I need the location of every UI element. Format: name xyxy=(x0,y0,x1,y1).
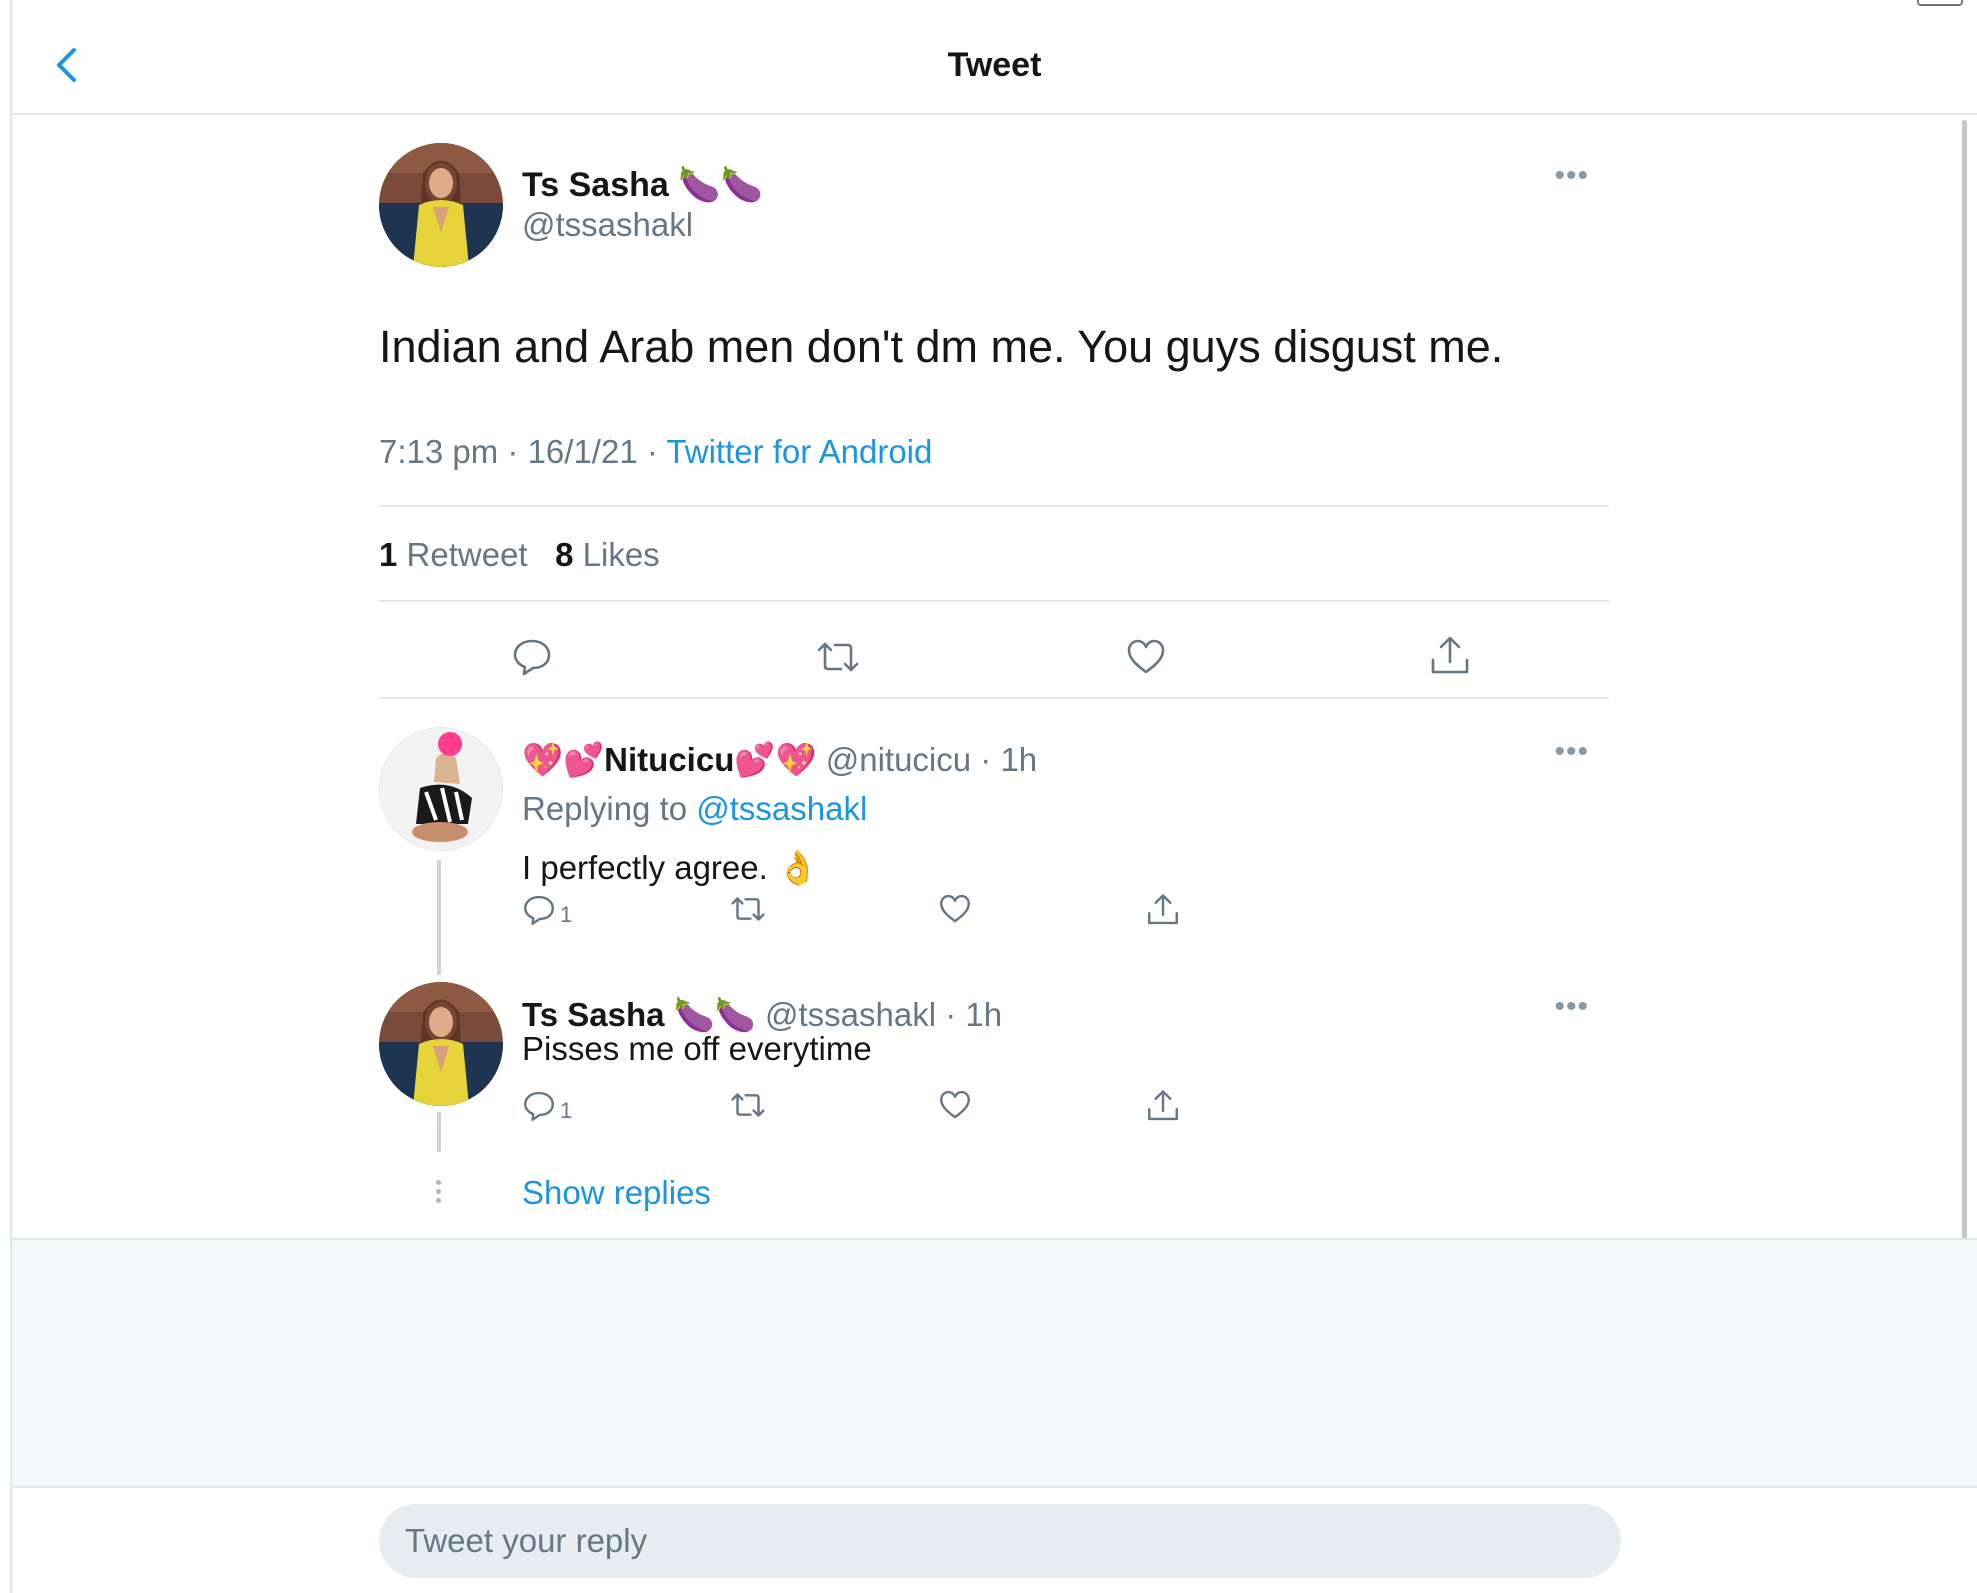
avatar[interactable] xyxy=(379,727,503,851)
reply-button[interactable]: 1 xyxy=(522,1088,572,1124)
reply-text: I perfectly agree. 👌 xyxy=(522,849,819,886)
reply-tweet[interactable]: 💖💕Nitucicu💕💖 @nitucicu · 1h ••• Replying… xyxy=(379,727,1609,947)
divider xyxy=(379,505,1609,507)
share-button[interactable] xyxy=(1146,1088,1180,1124)
more-options-icon[interactable]: ••• xyxy=(1554,737,1589,767)
header: Tweet xyxy=(12,10,1977,115)
tweet-reply-input[interactable] xyxy=(379,1504,1621,1578)
tweet-actions xyxy=(379,628,1609,698)
retweets-stat[interactable]: 1 Retweet xyxy=(379,536,528,573)
compose-bar xyxy=(12,1488,1977,1593)
like-button[interactable] xyxy=(938,892,972,926)
avatar[interactable] xyxy=(379,982,503,1106)
retweets-label: Retweet xyxy=(406,536,528,573)
heart-icon xyxy=(940,894,970,923)
reply-timestamp: · 1h xyxy=(945,996,1003,1033)
likes-label: Likes xyxy=(582,536,660,573)
reply-actions: 1 xyxy=(522,892,1222,942)
share-icon xyxy=(1431,636,1469,674)
author-name[interactable]: Ts Sasha 🍆🍆 xyxy=(522,165,763,205)
tweet-metadata: 7:13 pm · 16/1/21 · Twitter for Android xyxy=(379,433,932,471)
show-replies-link[interactable]: Show replies xyxy=(522,1174,711,1212)
author-name[interactable]: 💖💕Nitucicu💕💖 xyxy=(522,741,817,778)
tweet-source-link[interactable]: Twitter for Android xyxy=(666,433,932,470)
reply-button[interactable]: 1 xyxy=(522,892,572,928)
replying-to: Replying to @tssashakl xyxy=(522,790,867,828)
reply-timestamp: · 1h xyxy=(980,741,1038,778)
likes-stat[interactable]: 8 Likes xyxy=(555,536,660,573)
share-button[interactable] xyxy=(1429,634,1471,683)
share-icon xyxy=(1148,1090,1178,1121)
retweets-count: 1 xyxy=(379,536,398,573)
divider xyxy=(379,697,1609,699)
reply-icon xyxy=(524,1091,554,1121)
reply-header: 💖💕Nitucicu💕💖 @nitucicu · 1h xyxy=(522,741,1037,780)
reply-icon xyxy=(524,895,554,925)
reply-tweet[interactable]: Ts Sasha 🍆🍆 @tssashakl · 1h ••• Pisses m… xyxy=(379,982,1609,1132)
more-options-icon[interactable]: ••• xyxy=(1554,161,1589,191)
status-bar xyxy=(0,0,1977,10)
reply-icon xyxy=(513,639,551,676)
share-icon xyxy=(1148,894,1178,925)
reply-button[interactable] xyxy=(511,636,553,683)
tweet-timestamp: 7:13 pm · 16/1/21 · xyxy=(379,433,667,470)
share-button[interactable] xyxy=(1146,892,1180,928)
replying-to-prefix: Replying to xyxy=(522,790,697,827)
more-options-icon[interactable]: ••• xyxy=(1554,992,1589,1022)
author-handle[interactable]: @nitucicu xyxy=(826,741,971,778)
author-handle[interactable]: @tssashakl xyxy=(765,996,936,1033)
likes-count: 8 xyxy=(555,536,574,573)
reply-count: 1 xyxy=(560,902,573,927)
heart-icon xyxy=(940,1090,970,1119)
author-name[interactable]: Ts Sasha 🍆🍆 xyxy=(522,996,756,1033)
reply-count: 1 xyxy=(560,1098,573,1123)
tweet-text: Indian and Arab men don't dm me. You guy… xyxy=(379,321,1504,372)
replying-to-link[interactable]: @tssashakl xyxy=(696,790,867,827)
avatar[interactable] xyxy=(379,143,503,267)
retweet-button[interactable] xyxy=(815,636,861,683)
page-title: Tweet xyxy=(947,46,1042,84)
author-handle[interactable]: @tssashakl xyxy=(522,206,693,244)
retweet-button[interactable] xyxy=(729,1088,767,1122)
reply-text: Pisses me off everytime xyxy=(522,1030,872,1067)
tweet-stats: 1 Retweet 8 Likes xyxy=(379,536,660,574)
heart-icon xyxy=(1127,639,1165,674)
retweet-icon xyxy=(731,1093,765,1117)
divider xyxy=(379,600,1609,602)
retweet-icon xyxy=(817,642,859,672)
reply-actions: 1 xyxy=(522,1088,1222,1138)
retweet-button[interactable] xyxy=(729,892,767,926)
thread-more-dots-icon xyxy=(436,1180,442,1207)
empty-background xyxy=(12,1238,1977,1488)
like-button[interactable] xyxy=(938,1088,972,1122)
like-button[interactable] xyxy=(1125,636,1167,683)
retweet-icon xyxy=(731,897,765,921)
battery-icon xyxy=(1917,0,1963,6)
